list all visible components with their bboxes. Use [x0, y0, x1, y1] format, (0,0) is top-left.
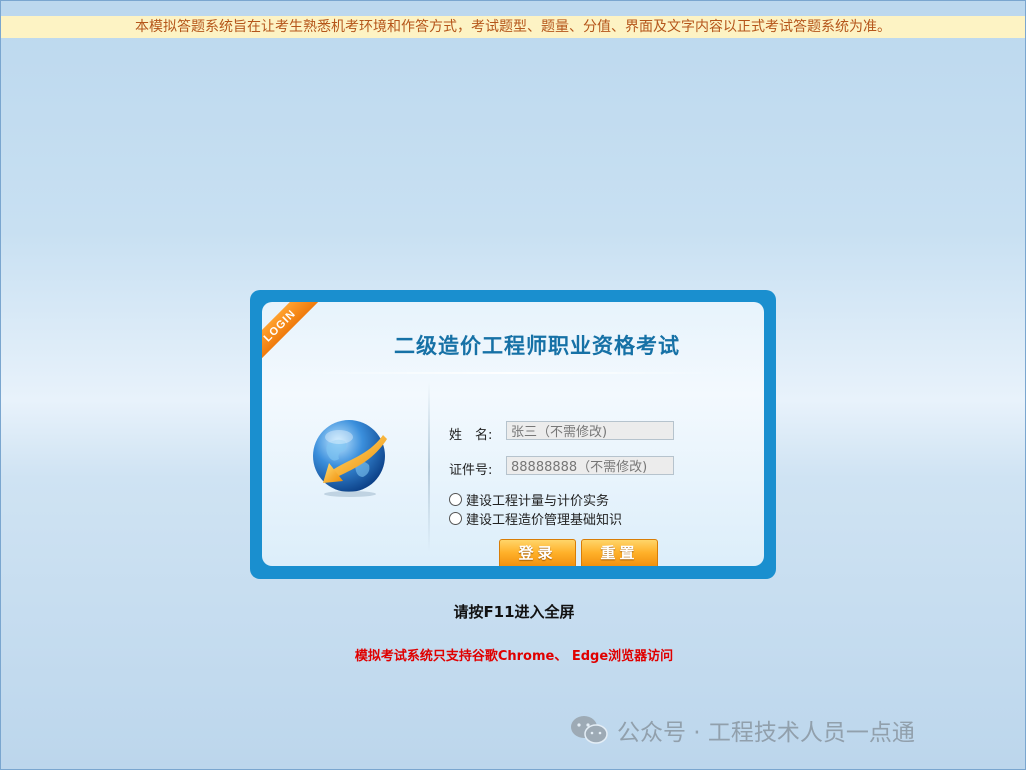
browser-support-note: 模拟考试系统只支持谷歌Chrome、 Edge浏览器访问 — [354, 649, 674, 664]
id-row: 证件号: — [449, 456, 674, 478]
subject-option-label: 建设工程造价管理基础知识 — [466, 513, 623, 528]
radio-button[interactable] — [449, 493, 462, 506]
exam-notice-banner: 本模拟答题系统旨在让考生熟悉机考环境和作答方式，考试题型、题量、分值、界面及文字… — [1, 16, 1025, 38]
subject-option-label: 建设工程计量与计价实务 — [466, 494, 610, 509]
name-field[interactable] — [506, 421, 674, 440]
title-divider — [302, 372, 722, 374]
watermark: 公众号 · 工程技术人员一点通 — [569, 713, 915, 747]
id-number-field[interactable] — [506, 456, 674, 475]
exam-title: 二级造价工程师职业资格考试 — [394, 333, 680, 358]
login-panel-inner: LOGIN 二级造价工程师职业资格考试 姓 名: 张三（不需修改) 证件号: 8… — [262, 302, 764, 566]
wechat-icon — [571, 716, 608, 744]
subject-option-practice[interactable]: 建设工程计量与计价实务 — [449, 490, 609, 509]
globe-icon — [313, 420, 387, 497]
watermark-text: 公众号 · 工程技术人员一点通 — [617, 720, 915, 746]
radio-button[interactable] — [449, 512, 462, 525]
name-row: 姓 名: — [449, 421, 674, 443]
name-label: 姓 名: — [449, 428, 493, 443]
login-panel: LOGIN 二级造价工程师职业资格考试 姓 名: 张三（不需修改) 证件号: 8… — [250, 290, 776, 579]
login-button[interactable]: 登录 — [499, 539, 576, 566]
id-label: 证件号: — [449, 463, 493, 478]
fullscreen-hint: 请按F11进入全屏 — [453, 603, 575, 621]
vertical-divider — [428, 382, 430, 552]
reset-button[interactable]: 重置 — [581, 539, 658, 566]
subject-option-basics[interactable]: 建设工程造价管理基础知识 — [449, 509, 622, 528]
